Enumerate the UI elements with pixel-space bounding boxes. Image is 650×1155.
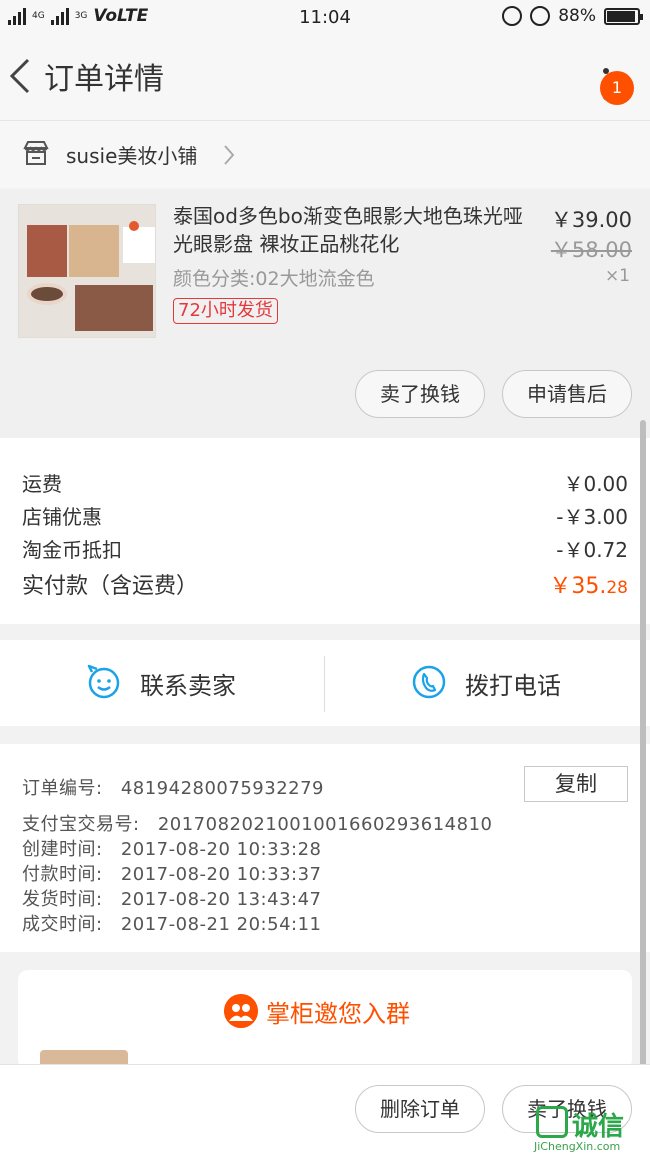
watermark-logo-icon (536, 1106, 568, 1138)
total-paid-main: ￥35. (549, 574, 607, 599)
product-original-price: ￥58.00 (550, 238, 632, 262)
watermark-brand: 诚信 (572, 1112, 625, 1142)
group-invite-card[interactable]: 掌柜邀您入群 (18, 970, 632, 1090)
after-sale-button[interactable]: 申请售后 (502, 370, 632, 418)
contact-seller-button[interactable]: 联系卖家 (0, 640, 324, 726)
created-time-row: 创建时间: 2017-08-20 10:33:28 (22, 835, 321, 861)
chevron-left-icon (9, 58, 30, 94)
copy-button[interactable]: 复制 (524, 766, 628, 802)
shop-discount-row: 店铺优惠 -￥3.00 (22, 501, 628, 531)
created-time-value: 2017-08-20 10:33:28 (120, 839, 322, 860)
scrollbar[interactable] (640, 420, 646, 1070)
total-paid-row: 实付款（含运费） ￥35.28 (22, 568, 628, 602)
paid-time-row: 付款时间: 2017-08-20 10:33:37 (22, 860, 321, 886)
total-paid-cents: 28 (606, 578, 628, 598)
call-phone-button[interactable]: 拨打电话 (325, 640, 650, 726)
contact-bar: 联系卖家 拨打电话 (0, 640, 650, 726)
product-sku: 颜色分类:02大地流金色 (173, 268, 375, 290)
watermark-url: JiChengXin.com (534, 1140, 621, 1153)
order-number-value: 48194280075932279 (120, 778, 324, 799)
group-invite-title: 掌柜邀您入群 (266, 1000, 410, 1028)
shipped-time-row: 发货时间: 2017-08-20 13:43:47 (22, 885, 321, 911)
notification-badge: 1 (600, 71, 634, 105)
eye-image (27, 283, 67, 305)
alipay-number-row: 支付宝交易号: 2017082021001001660293614810 (22, 810, 492, 836)
alipay-number-label: 支付宝交易号: (22, 814, 140, 835)
shop-discount-label: 店铺优惠 (22, 505, 102, 529)
shipping-tag: 72小时发货 (173, 298, 278, 324)
battery-icon (604, 7, 643, 25)
completed-time-label: 成交时间: (22, 914, 103, 935)
completed-time-row: 成交时间: 2017-08-21 20:54:11 (22, 910, 321, 936)
product-thumbnail[interactable] (18, 204, 156, 338)
product-price: ￥39.00 (550, 208, 632, 232)
alarm-icon (530, 6, 551, 26)
phone-icon (412, 665, 446, 699)
shop-name: susie美妆小铺 (66, 144, 198, 168)
shop-icon (23, 141, 49, 165)
total-paid-value: ￥35.28 (549, 568, 628, 600)
status-bar: 4G 3G VoLTE 11:04 88% (0, 0, 650, 34)
shipping-fee-label: 运费 (22, 472, 62, 496)
shop-discount-value: -￥3.00 (556, 505, 628, 529)
chevron-right-icon (224, 145, 235, 165)
order-info: 订单编号: 48194280075932279 复制 支付宝交易号: 20170… (0, 744, 650, 952)
watermark: 诚信 JiChengXin.com (530, 1104, 650, 1154)
coin-deduction-row: 淘金币抵扣 -￥0.72 (22, 534, 628, 564)
shipping-fee-value: ￥0.00 (563, 472, 628, 496)
call-phone-label: 拨打电话 (465, 672, 561, 700)
back-button[interactable] (8, 56, 32, 96)
status-icons: 88% (502, 6, 643, 26)
paid-time-value: 2017-08-20 10:33:37 (120, 864, 322, 885)
shop-row[interactable]: susie美妆小铺 (0, 120, 650, 188)
created-time-label: 创建时间: (22, 839, 103, 860)
shipping-fee-row: 运费 ￥0.00 (22, 468, 628, 498)
page-title: 订单详情 (44, 62, 164, 97)
order-number-row: 订单编号: 48194280075932279 (22, 774, 324, 800)
order-number-label: 订单编号: (22, 778, 103, 799)
chat-smile-icon (87, 664, 120, 699)
coin-deduction-value: -￥0.72 (556, 538, 628, 562)
fee-summary: 运费 ￥0.00 店铺优惠 -￥3.00 淘金币抵扣 -￥0.72 实付款（含运… (0, 438, 650, 624)
shipped-time-label: 发货时间: (22, 889, 103, 910)
paid-time-label: 付款时间: (22, 864, 103, 885)
contact-seller-label: 联系卖家 (140, 672, 236, 700)
product-quantity: ×1 (604, 266, 630, 286)
delete-order-button[interactable]: 删除订单 (355, 1085, 485, 1133)
coin-deduction-label: 淘金币抵扣 (22, 538, 122, 562)
product-item: 泰国od多色bo渐变色眼影大地色珠光哑光眼影盘 裸妆正品桃花化 颜色分类:02大… (0, 190, 650, 438)
completed-time-value: 2017-08-21 20:54:11 (120, 914, 322, 935)
alipay-number-value: 2017082021001001660293614810 (157, 814, 493, 835)
rotation-lock-icon (502, 6, 523, 26)
battery-percent: 88% (558, 6, 596, 26)
resell-button[interactable]: 卖了换钱 (355, 370, 485, 418)
group-chat-icon (224, 994, 258, 1028)
product-title[interactable]: 泰国od多色bo渐变色眼影大地色珠光哑光眼影盘 裸妆正品桃花化 (173, 202, 533, 258)
total-paid-label: 实付款（含运费） (22, 574, 199, 599)
shipped-time-value: 2017-08-20 13:43:47 (120, 889, 322, 910)
nav-bar: 订单详情 1 (0, 34, 650, 120)
